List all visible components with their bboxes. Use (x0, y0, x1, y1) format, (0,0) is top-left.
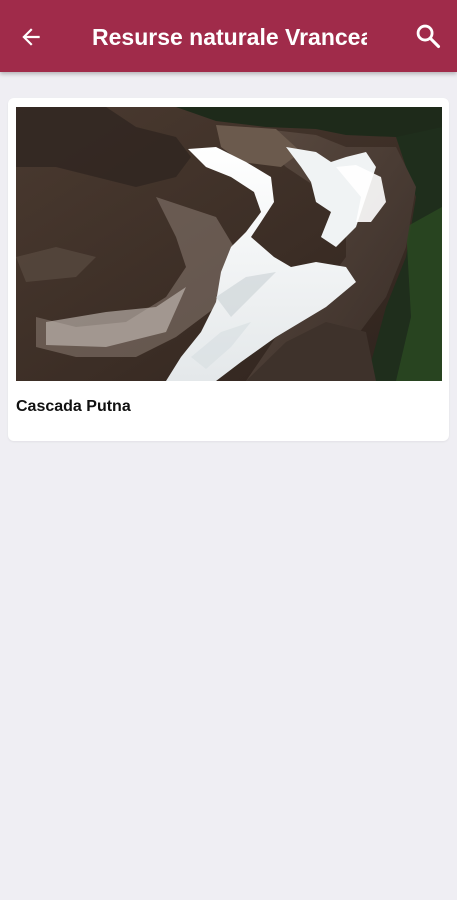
back-button[interactable] (14, 20, 48, 54)
search-icon (416, 24, 441, 49)
list-item-title: Cascada Putna (16, 398, 131, 415)
waterfall-photo (16, 107, 442, 381)
arrow-left-icon (22, 28, 40, 46)
page-title: Resurse naturale Vrancea (92, 24, 367, 50)
list-item[interactable] (8, 98, 449, 441)
app-bar: Resurse naturale Vrancea (0, 0, 457, 72)
search-button[interactable] (410, 18, 446, 54)
